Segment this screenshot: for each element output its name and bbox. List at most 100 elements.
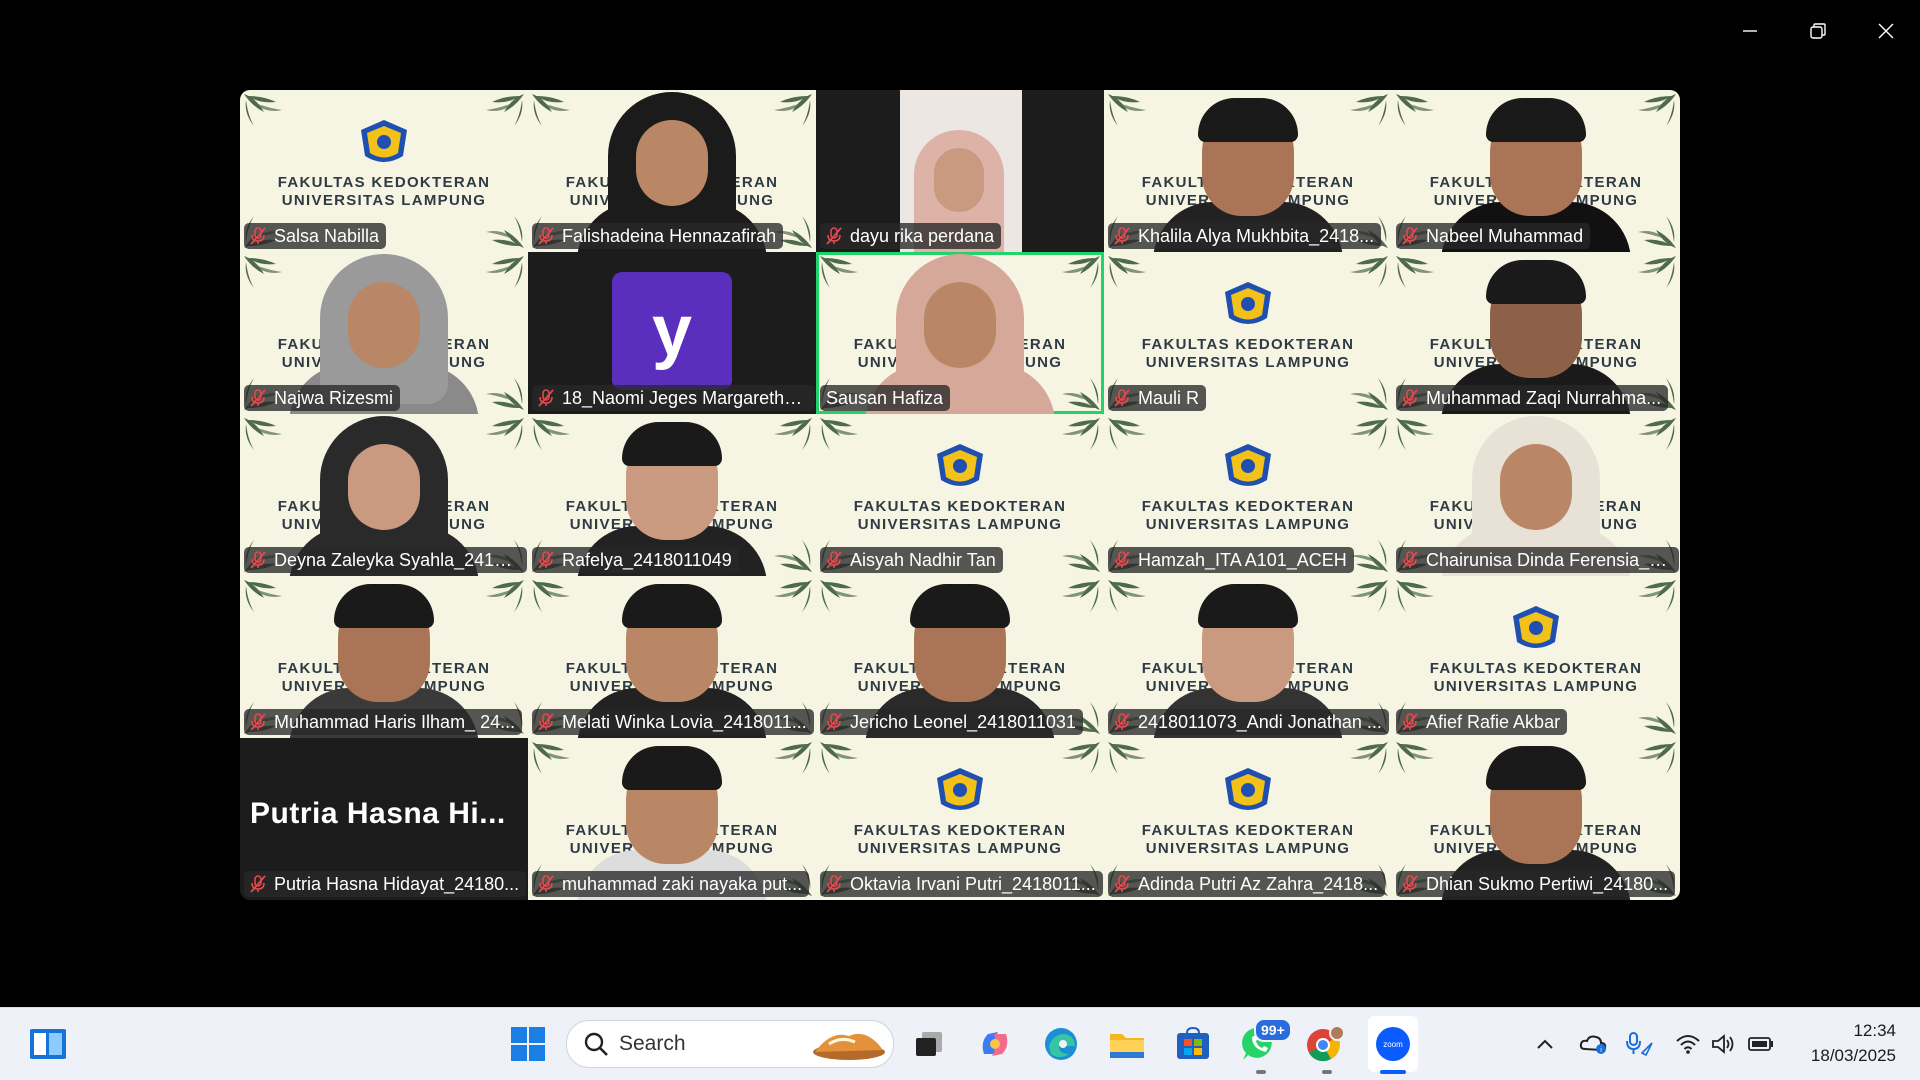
muted-mic-icon xyxy=(826,227,842,245)
close-button[interactable] xyxy=(1852,0,1920,62)
participant-tile[interactable]: FAKULTAS KEDOKTERAN UNIVERSITAS LAMPUNG Ai… xyxy=(816,414,1104,576)
background-text-line1: FAKULTAS KEDOKTERAN xyxy=(853,822,1067,839)
leaf-decoration xyxy=(1634,692,1678,736)
leaf-decoration xyxy=(530,92,574,136)
leaf-decoration xyxy=(818,740,862,784)
muted-mic-icon xyxy=(538,713,554,731)
restore-button[interactable] xyxy=(1784,0,1852,62)
background-text-line2: UNIVERSITAS LAMPUNG xyxy=(857,516,1063,533)
copilot-icon xyxy=(982,1032,1008,1056)
battery-button[interactable] xyxy=(1744,1008,1778,1080)
svg-text:zoom: zoom xyxy=(1383,1040,1403,1049)
whatsapp-badge: 99+ xyxy=(1254,1018,1292,1042)
leaf-decoration xyxy=(1106,254,1150,298)
leaf-decoration xyxy=(1634,254,1678,298)
participant-name: Najwa Rizesmi xyxy=(274,387,394,408)
participant-tile[interactable]: FAKULTAS KEDOKTERANUNIVERSITAS LAMPUNGSa… xyxy=(240,90,528,252)
leaf-decoration xyxy=(530,416,574,460)
university-logo xyxy=(1221,280,1275,330)
participant-tile[interactable]: FAKULTAS KEDOKTERAN UNIVERSITAS LAMPUNG Ha… xyxy=(1104,414,1392,576)
participant-tile[interactable]: FAKULTAS KEDOKTERAN UNIVERSITAS LAMPUNG Dh… xyxy=(1392,738,1680,900)
participant-name: Afief Rafie Akbar xyxy=(1426,711,1561,732)
store-button[interactable] xyxy=(1170,1008,1216,1080)
task-view-button[interactable] xyxy=(906,1008,952,1080)
virtual-background-text: FAKULTAS KEDOKTERANUNIVERSITAS LAMPUNG xyxy=(1104,822,1392,858)
background-text-line2: UNIVERSITAS LAMPUNG xyxy=(857,840,1063,857)
participant-tile[interactable]: FAKULTAS KEDOKTERAN UNIVERSITAS LAMPUNG Me… xyxy=(528,576,816,738)
participant-tile[interactable]: FAKULTAS KEDOKTERAN UNIVERSITAS LAMPUNG Ad… xyxy=(1104,738,1392,900)
muted-mic-icon xyxy=(538,551,554,569)
leaf-decoration xyxy=(1058,416,1102,460)
participant-tile[interactable]: FAKULTAS KEDOKTERAN UNIVERSITAS LAMPUNG Mu… xyxy=(1392,252,1680,414)
participant-tile[interactable]: FAKULTAS KEDOKTERAN UNIVERSITAS LAMPUNG Je… xyxy=(816,576,1104,738)
participant-tile[interactable]: FAKULTAS KEDOKTERAN UNIVERSITAS LAMPUNG Ra… xyxy=(528,414,816,576)
start-button[interactable] xyxy=(504,1008,552,1080)
taskbar-search[interactable]: Search xyxy=(566,1020,894,1068)
leaf-decoration xyxy=(482,254,526,298)
participant-tile[interactable]: FAKULTAS KEDOKTERAN UNIVERSITAS LAMPUNG mu… xyxy=(528,738,816,900)
leaf-decoration xyxy=(1394,416,1438,460)
participant-tile[interactable]: FAKULTAS KEDOKTERAN UNIVERSITAS LAMPUNG Kh… xyxy=(1104,90,1392,252)
muted-mic-icon xyxy=(250,875,266,893)
participant-tile[interactable]: FAKULTAS KEDOKTERANUNIVERSITAS LAMPUNGFa… xyxy=(528,90,816,252)
participant-tile[interactable]: dayu rika perdana xyxy=(816,90,1104,252)
participant-name-label: 2418011073_Andi Jonathan ... xyxy=(1108,709,1389,735)
participant-name-label: 18_Naomi Jeges Margaretha... xyxy=(532,385,815,411)
wifi-button[interactable] xyxy=(1672,1008,1704,1080)
file-explorer-button[interactable] xyxy=(1104,1008,1150,1080)
participant-tile[interactable]: FAKULTAS KEDOKTERANUNIVERSITAS LAMPUNGDe… xyxy=(240,414,528,576)
leaf-decoration xyxy=(482,92,526,136)
copilot-button[interactable] xyxy=(972,1008,1018,1080)
muted-mic-icon xyxy=(1114,551,1130,569)
participant-name-label: Sausan Hafiza xyxy=(820,385,951,411)
taskbar: Search 99+ zoom i 12:34 18/03/2025 xyxy=(0,1007,1920,1080)
participant-tile[interactable]: FAKULTAS KEDOKTERANUNIVERSITAS LAMPUNGCh… xyxy=(1392,414,1680,576)
participant-tile[interactable]: Putria Hasna Hi... Putria Hasna Hidayat_2… xyxy=(240,738,528,900)
participant-name-label: Oktavia Irvani Putri_2418011... xyxy=(820,871,1103,897)
leaf-decoration xyxy=(482,416,526,460)
participant-tile[interactable]: FAKULTAS KEDOKTERAN UNIVERSITAS LAMPUNG Af… xyxy=(1392,576,1680,738)
participant-tile[interactable]: FAKULTAS KEDOKTERAN UNIVERSITAS LAMPUNG Ok… xyxy=(816,738,1104,900)
participant-tile[interactable]: FAKULTAS KEDOKTERAN UNIVERSITAS LAMPUNG Ma… xyxy=(1104,252,1392,414)
leaf-decoration xyxy=(242,578,286,622)
leaf-decoration xyxy=(482,206,526,250)
file-explorer-icon xyxy=(1110,1034,1144,1058)
participant-name: Falishadeina Hennazafirah xyxy=(562,225,777,246)
participant-tile[interactable]: y 18_Naomi Jeges Margaretha... xyxy=(528,252,816,414)
show-hidden-icons-button[interactable] xyxy=(1530,1008,1560,1080)
leaf-decoration xyxy=(1106,92,1150,136)
widgets-icon xyxy=(30,1029,66,1059)
volume-button[interactable] xyxy=(1708,1008,1740,1080)
store-icon xyxy=(1177,1027,1209,1059)
widgets-button[interactable] xyxy=(24,1008,72,1080)
onedrive-icon: i xyxy=(1579,1035,1607,1054)
participant-tile[interactable]: FAKULTAS KEDOKTERAN UNIVERSITAS LAMPUNG 24… xyxy=(1104,576,1392,738)
system-clock[interactable]: 12:34 18/03/2025 xyxy=(1811,1018,1896,1068)
participant-tile[interactable]: FAKULTAS KEDOKTERANUNIVERSITAS LAMPUNGNa… xyxy=(1392,90,1680,252)
leaf-decoration xyxy=(1346,254,1390,298)
minimize-button[interactable] xyxy=(1716,0,1784,62)
close-icon xyxy=(1878,23,1894,39)
muted-mic-icon xyxy=(1402,551,1418,569)
participant-tile[interactable]: FAKULTAS KEDOKTERANUNIVERSITAS LAMPUNGNa… xyxy=(240,252,528,414)
muted-mic-icon xyxy=(250,227,266,245)
participant-name: Khalila Alya Mukhbita_2418... xyxy=(1138,225,1375,246)
leaf-decoration xyxy=(1394,740,1438,784)
leaf-decoration xyxy=(770,416,814,460)
leaf-decoration xyxy=(1634,416,1678,460)
participant-tile[interactable]: FAKULTAS KEDOKTERANUNIVERSITAS LAMPUNGSa… xyxy=(816,252,1104,414)
leaf-decoration xyxy=(1058,254,1102,298)
university-logo xyxy=(933,442,987,492)
participant-name-label: Najwa Rizesmi xyxy=(244,385,401,411)
participant-name-label: Khalila Alya Mukhbita_2418... xyxy=(1108,223,1382,249)
edge-button[interactable] xyxy=(1038,1008,1084,1080)
microphone-button[interactable] xyxy=(1622,1008,1656,1080)
zoom-running-indicator xyxy=(1380,1070,1406,1074)
virtual-background-text: FAKULTAS KEDOKTERANUNIVERSITAS LAMPUNG xyxy=(816,498,1104,534)
onedrive-button[interactable]: i xyxy=(1578,1008,1608,1080)
virtual-background-text: FAKULTAS KEDOKTERANUNIVERSITAS LAMPUNG xyxy=(1392,660,1680,696)
zoom-active-tile: zoom xyxy=(1368,1016,1418,1072)
participant-tile[interactable]: FAKULTAS KEDOKTERAN UNIVERSITAS LAMPUNG Mu… xyxy=(240,576,528,738)
participant-name: Sausan Hafiza xyxy=(826,387,944,408)
leaf-decoration xyxy=(1058,368,1102,412)
